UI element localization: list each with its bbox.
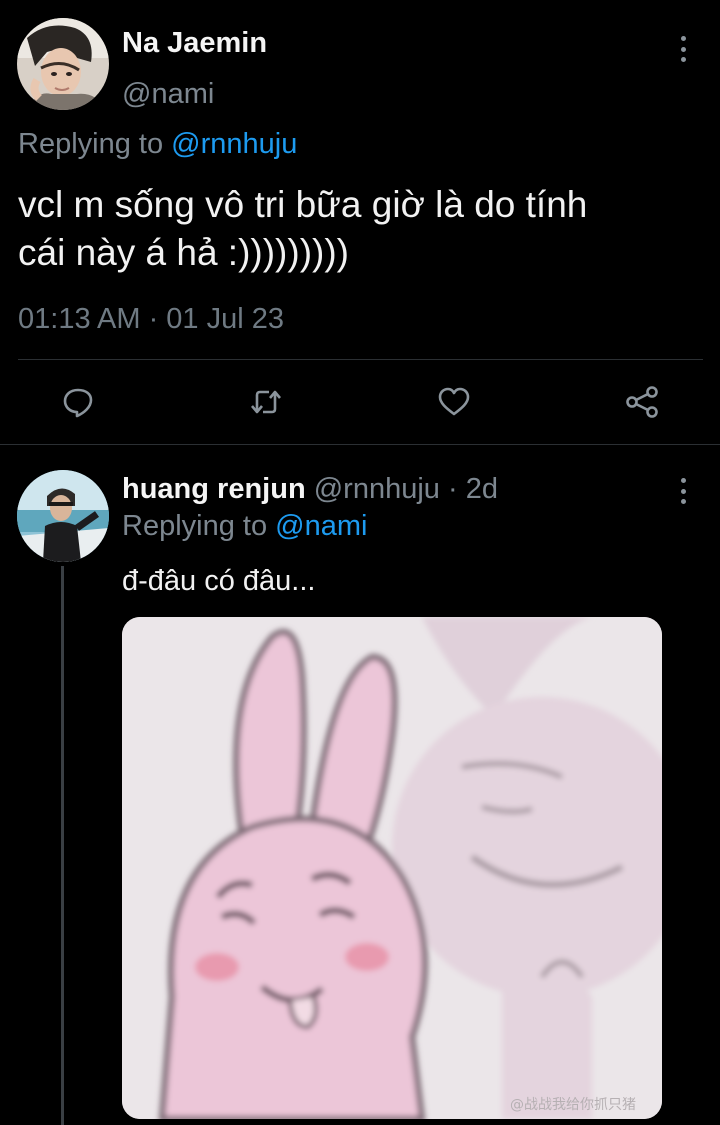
tweet-timestamp[interactable]: 01:13 AM · 01 Jul 23: [18, 303, 284, 336]
reply-header: huang renjun @rnnhuju · 2d: [122, 473, 498, 506]
separator-dot: ·: [447, 473, 458, 505]
replying-to-label: Replying to: [122, 510, 268, 542]
reply-icon[interactable]: [58, 382, 98, 422]
avatar[interactable]: [17, 18, 109, 110]
share-icon[interactable]: [622, 382, 662, 422]
replying-to-line: Replying to @rnnhuju: [18, 128, 297, 161]
dot-icon: [680, 499, 686, 504]
tweet-image[interactable]: [122, 617, 662, 1119]
mention-link[interactable]: @rnnhuju: [171, 128, 297, 160]
replying-to-label: Replying to: [18, 128, 164, 160]
display-name[interactable]: huang renjun: [122, 473, 306, 505]
dot-icon: [680, 478, 686, 483]
dot-icon: [680, 57, 686, 62]
tweet-text: đ-đâu có đâu...: [122, 565, 316, 597]
thread-line: [61, 566, 64, 1125]
more-options-icon[interactable]: [677, 36, 689, 62]
user-handle[interactable]: @rnnhuju: [314, 473, 440, 505]
dot-icon: [680, 36, 686, 41]
relative-time[interactable]: 2d: [466, 473, 498, 505]
tweet-text: vcl m sống vô tri bữa giờ là do tính cái…: [18, 181, 708, 277]
tweet-text-line: vcl m sống vô tri bữa giờ là do tính: [18, 184, 588, 225]
display-name[interactable]: Na Jaemin: [122, 27, 267, 60]
dot-icon: [680, 488, 686, 494]
dot-icon: [680, 46, 686, 52]
user-handle[interactable]: @nami: [122, 78, 214, 111]
divider: [0, 444, 720, 445]
mention-link[interactable]: @nami: [275, 510, 367, 542]
avatar[interactable]: [17, 470, 109, 562]
more-options-icon[interactable]: [677, 478, 689, 504]
replying-to-line: Replying to @nami: [122, 510, 367, 543]
image-watermark: @战战我给你抓只猪: [510, 1097, 636, 1113]
like-icon[interactable]: [434, 382, 474, 422]
retweet-icon[interactable]: [246, 382, 286, 422]
tweet-text-line: cái này á hả :))))))))): [18, 232, 349, 273]
divider: [18, 359, 703, 360]
